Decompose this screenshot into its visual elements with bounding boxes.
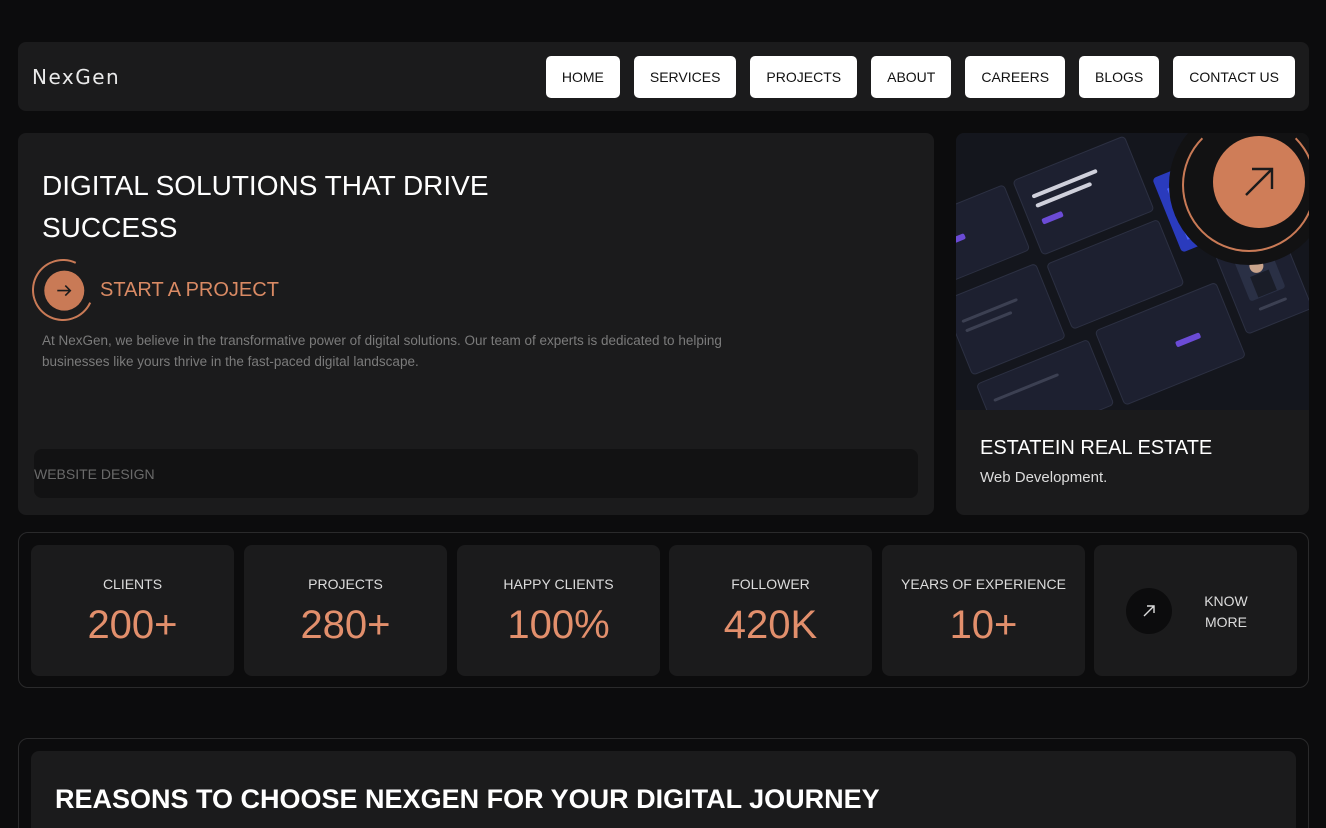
know-more-button[interactable]: KNOW MORE	[1094, 545, 1297, 676]
stat-value: 420K	[723, 603, 818, 647]
hero-title: DIGITAL SOLUTIONS THAT DRIVE SUCCESS	[42, 170, 489, 243]
nav-blogs-button[interactable]: BLOGS	[1079, 55, 1160, 98]
nav-careers-button[interactable]: CAREERS	[965, 55, 1066, 98]
stat-value: 280+	[300, 603, 391, 647]
project-card[interactable]: ESTATEIN REAL ESTATE Web Development.	[956, 133, 1309, 515]
stat-value: 200+	[87, 603, 178, 647]
arrow-up-right-icon	[1126, 588, 1172, 634]
nav-about-button[interactable]: ABOUT	[871, 55, 952, 98]
start-project-label: START A PROJECT	[100, 278, 279, 301]
stat-label: HAPPY CLIENTS	[503, 576, 614, 592]
project-link-button[interactable]	[1213, 136, 1305, 228]
stat-label: YEARS OF EXPERIENCE	[901, 576, 1066, 592]
know-more-label: KNOW MORE	[1204, 593, 1248, 630]
hero-description: At NexGen, we believe in the transformat…	[42, 333, 722, 369]
stat-label: FOLLOWER	[731, 576, 810, 592]
project-title: ESTATEIN REAL ESTATE	[980, 437, 1213, 459]
arrow-up-right-icon	[1245, 167, 1274, 196]
category-bar: WEBSITE DESIGN	[34, 449, 918, 498]
nav-contact-button[interactable]: CONTACT US	[1173, 55, 1295, 98]
reasons-section: REASONS TO CHOOSE NEXGEN FOR YOUR DIGITA…	[18, 738, 1309, 828]
main-nav: HOME SERVICES PROJECTS ABOUT CAREERS BLO…	[545, 55, 1295, 98]
stat-label: CLIENTS	[102, 576, 163, 592]
cta-ring	[23, 250, 103, 330]
stat-label: PROJECTS	[308, 576, 383, 592]
hero-section: DIGITAL SOLUTIONS THAT DRIVE SUCCESS STA…	[18, 133, 934, 515]
navbar: NexGen HOME SERVICES PROJECTS ABOUT CARE…	[18, 42, 1309, 111]
nav-services-button[interactable]: SERVICES	[633, 55, 737, 98]
reasons-panel: REASONS TO CHOOSE NEXGEN FOR YOUR DIGITA…	[31, 751, 1296, 828]
arrow-right-icon	[44, 270, 85, 311]
category-label: WEBSITE DESIGN	[34, 465, 155, 482]
reasons-title: REASONS TO CHOOSE NEXGEN FOR YOUR DIGITA…	[55, 784, 880, 814]
stat-value: 100%	[507, 603, 610, 647]
stat-card-clients: CLIENTS 200+	[31, 545, 234, 676]
start-project-button[interactable]: START A PROJECT	[23, 250, 279, 330]
project-subtitle: Web Development.	[980, 469, 1108, 486]
stat-card-happy-clients: HAPPY CLIENTS 100%	[457, 545, 660, 676]
stat-card-follower: FOLLOWER 420K	[669, 545, 872, 676]
project-thumbnail	[956, 133, 1309, 410]
nav-home-button[interactable]: HOME	[545, 55, 620, 98]
stat-value: 10+	[949, 603, 1018, 647]
brand-logo[interactable]: NexGen	[32, 65, 120, 89]
nav-projects-button[interactable]: PROJECTS	[750, 55, 858, 98]
stats-section: CLIENTS 200+ PROJECTS 280+ HAPPY CLIENTS…	[18, 532, 1309, 688]
stat-card-projects: PROJECTS 280+	[244, 545, 447, 676]
stat-card-years-experience: YEARS OF EXPERIENCE 10+	[882, 545, 1085, 676]
